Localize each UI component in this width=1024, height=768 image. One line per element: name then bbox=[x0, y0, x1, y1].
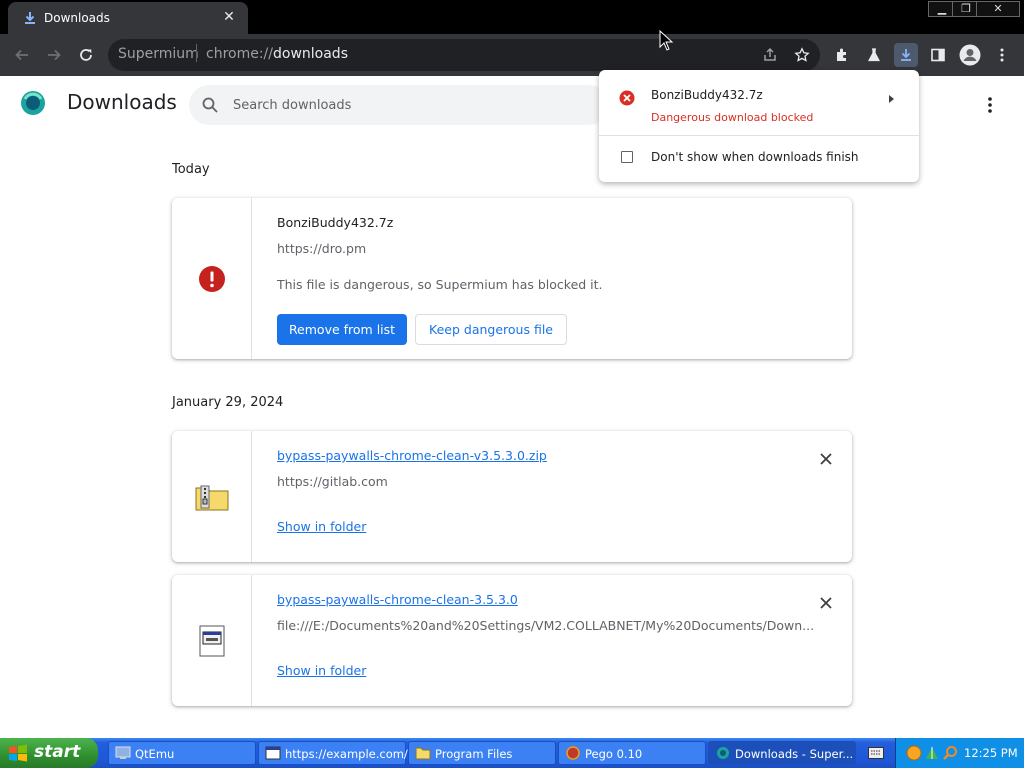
dont-show-label[interactable]: Don't show when downloads finish bbox=[651, 150, 859, 164]
labs-flask-icon[interactable] bbox=[862, 43, 886, 67]
search-tray-icon[interactable] bbox=[942, 745, 958, 761]
file-icon-column bbox=[172, 431, 252, 562]
remove-from-list-button[interactable]: Remove from list bbox=[277, 314, 407, 345]
mouse-cursor-icon bbox=[659, 30, 674, 51]
date-heading-today: Today bbox=[172, 162, 210, 177]
keep-dangerous-file-button[interactable]: Keep dangerous file bbox=[415, 314, 567, 345]
bubble-file-name: BonziBuddy432.7z bbox=[651, 88, 763, 102]
search-box[interactable] bbox=[189, 85, 609, 125]
keyboard-icon[interactable] bbox=[868, 747, 884, 759]
arrow-left-icon bbox=[15, 49, 28, 61]
system-tray: 12:25 PM bbox=[895, 738, 1024, 768]
file-name-link[interactable]: bypass-paywalls-chrome-clean-v3.5.3.0.zi… bbox=[277, 448, 547, 463]
download-card-exe: bypass-paywalls-chrome-clean-3.5.3.0 fil… bbox=[172, 575, 852, 706]
url-scheme: chrome:// bbox=[206, 46, 273, 62]
show-in-folder-link[interactable]: Show in folder bbox=[277, 519, 366, 534]
search-input[interactable] bbox=[233, 95, 593, 115]
tab-close-icon[interactable]: ✕ bbox=[220, 8, 238, 26]
tab-title: Downloads bbox=[44, 11, 110, 25]
subpage-arrow-icon[interactable] bbox=[885, 93, 897, 105]
task-label: Downloads - Super... bbox=[735, 747, 854, 761]
title-bar: Downloads ✕ ▁ ❐ ✕ bbox=[0, 0, 1024, 34]
file-icon-column bbox=[172, 198, 252, 359]
start-button[interactable]: start bbox=[0, 738, 98, 768]
taskbar: start QtEmu https://example.com/ Program… bbox=[0, 738, 1024, 768]
site-chip: Supermium bbox=[118, 46, 199, 62]
folder-icon bbox=[415, 747, 431, 760]
reload-icon bbox=[80, 49, 92, 61]
danger-description: This file is dangerous, so Supermium has… bbox=[277, 277, 603, 292]
file-source: https://gitlab.com bbox=[277, 474, 388, 489]
close-window-button[interactable]: ✕ bbox=[976, 1, 1020, 17]
pego-app-icon bbox=[566, 746, 580, 760]
start-label: start bbox=[34, 742, 81, 762]
download-card-dangerous: BonziBuddy432.7z https://dro.pm This fil… bbox=[172, 198, 852, 359]
windows-flag-icon bbox=[9, 744, 27, 762]
bookmark-star-icon[interactable] bbox=[790, 43, 814, 67]
file-name-link[interactable]: bypass-paywalls-chrome-clean-3.5.3.0 bbox=[277, 592, 518, 607]
window-icon bbox=[265, 746, 281, 760]
dont-show-checkbox[interactable] bbox=[621, 151, 633, 163]
error-icon bbox=[198, 265, 225, 292]
file-source: https://dro.pm bbox=[277, 241, 367, 256]
page-title: Downloads bbox=[67, 90, 177, 114]
task-label: Program Files bbox=[435, 747, 513, 761]
task-label: https://example.com/ bbox=[285, 747, 408, 761]
share-icon[interactable] bbox=[758, 43, 782, 67]
remove-item-close-icon[interactable] bbox=[818, 595, 834, 611]
search-icon bbox=[202, 97, 218, 113]
profile-avatar-icon[interactable] bbox=[958, 43, 982, 67]
task-label: QtEmu bbox=[135, 747, 175, 761]
blocked-error-icon bbox=[619, 90, 635, 106]
side-panel-icon[interactable] bbox=[926, 43, 950, 67]
download-card-zip: bypass-paywalls-chrome-clean-v3.5.3.0.zi… bbox=[172, 431, 852, 562]
network-icon[interactable] bbox=[924, 745, 940, 761]
extensions-puzzle-icon[interactable] bbox=[830, 43, 854, 67]
reload-button[interactable] bbox=[73, 42, 99, 68]
clock: 12:25 PM bbox=[964, 746, 1018, 760]
show-in-folder-link[interactable]: Show in folder bbox=[277, 663, 366, 678]
taskbar-item-pego[interactable]: Pego 0.10 bbox=[558, 741, 706, 765]
downloads-toolbar-icon[interactable] bbox=[894, 43, 918, 67]
arrow-right-icon bbox=[48, 49, 61, 61]
zip-folder-icon bbox=[195, 485, 228, 510]
task-label: Pego 0.10 bbox=[585, 747, 643, 761]
omnibox-separator bbox=[196, 44, 197, 62]
taskbar-item-browser-window[interactable]: https://example.com/ bbox=[258, 741, 408, 765]
taskbar-item-program-files[interactable]: Program Files bbox=[408, 741, 556, 765]
supermium-logo-icon bbox=[21, 91, 45, 115]
monitor-icon bbox=[115, 746, 131, 759]
supermium-app-icon bbox=[717, 747, 729, 759]
browser-menu-icon[interactable] bbox=[990, 43, 1014, 67]
taskbar-item-downloads[interactable]: Downloads - Super... bbox=[708, 741, 856, 765]
url-text: chrome://downloads bbox=[206, 46, 348, 62]
taskbar-item-qtemu[interactable]: QtEmu bbox=[108, 741, 256, 765]
address-bar[interactable]: Supermium chrome://downloads bbox=[108, 39, 820, 71]
forward-button[interactable] bbox=[41, 42, 67, 68]
date-heading-jan-29: January 29, 2024 bbox=[172, 395, 284, 410]
url-path: downloads bbox=[273, 46, 348, 62]
file-icon-column bbox=[172, 575, 252, 706]
download-bubble: BonziBuddy432.7z Dangerous download bloc… bbox=[599, 70, 919, 182]
back-button[interactable] bbox=[9, 42, 35, 68]
bubble-status: Dangerous download blocked bbox=[651, 111, 814, 124]
remove-item-close-icon[interactable] bbox=[818, 451, 834, 467]
tab-downloads[interactable]: Downloads ✕ bbox=[8, 2, 248, 34]
bubble-download-row[interactable]: BonziBuddy432.7z Dangerous download bloc… bbox=[599, 70, 919, 136]
more-actions-icon[interactable] bbox=[980, 94, 1000, 116]
download-icon bbox=[25, 12, 35, 24]
exe-file-icon bbox=[199, 625, 224, 656]
tray-app-icon[interactable] bbox=[906, 745, 922, 761]
file-source: file:///E:/Documents%20and%20Settings/VM… bbox=[277, 618, 815, 633]
file-name: BonziBuddy432.7z bbox=[277, 215, 394, 230]
